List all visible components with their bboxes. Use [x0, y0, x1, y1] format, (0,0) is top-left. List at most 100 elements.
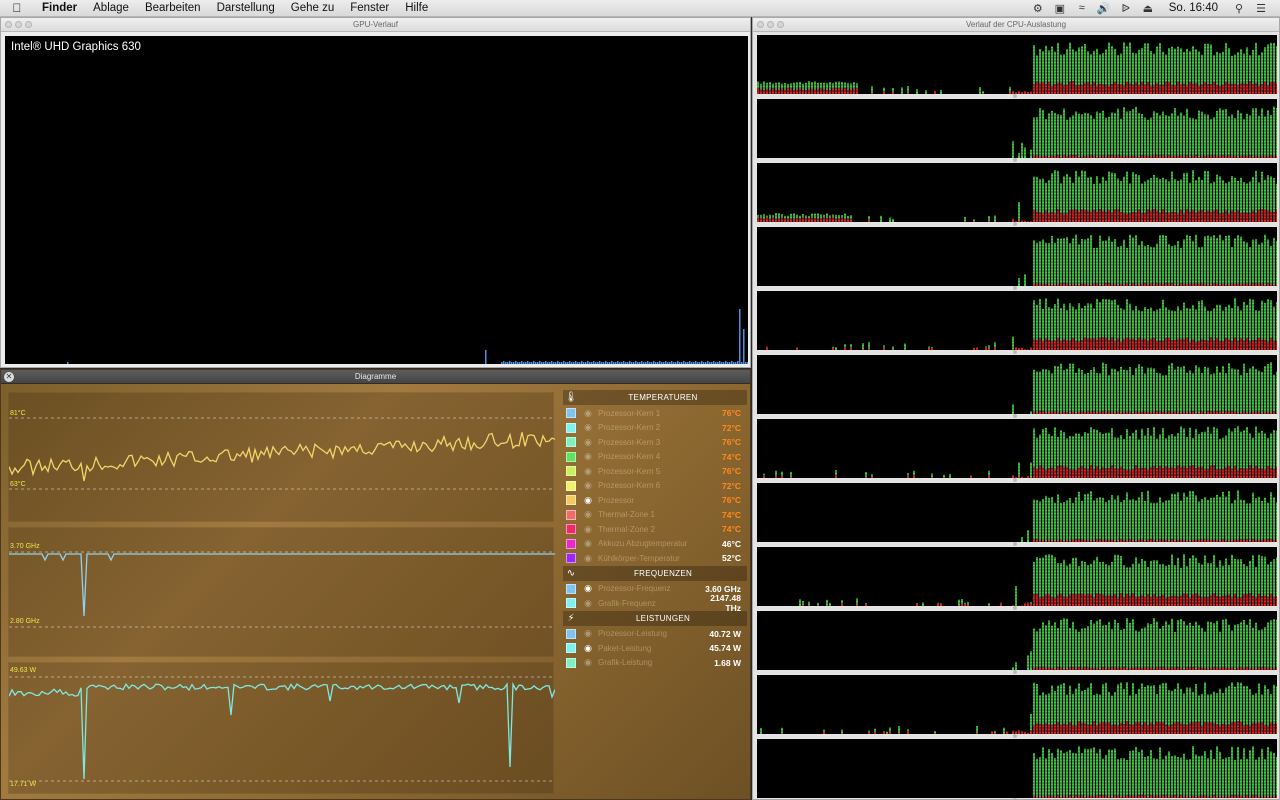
apple-menu-icon[interactable]: : [0, 1, 34, 15]
sensor-label: Prozessor-Kern 2: [598, 423, 661, 433]
panel-resize-handle[interactable]: [1013, 286, 1017, 290]
sensor-value: 74°C: [722, 451, 741, 462]
menu-hilfe[interactable]: Hilfe: [397, 2, 436, 14]
panel-resize-handle[interactable]: [1013, 94, 1017, 98]
bluetooth-icon[interactable]: ᐉ: [1115, 0, 1137, 17]
visibility-eye-icon[interactable]: ◉: [581, 495, 595, 506]
sensor-row[interactable]: ◉ Prozessor-Kern 6 72°C: [563, 479, 747, 494]
visibility-eye-icon[interactable]: ◉: [581, 422, 595, 433]
sensor-row[interactable]: ◉ Grafik-Frequenz 2147.48 THz: [563, 593, 747, 613]
eject-icon[interactable]: ⏏: [1137, 0, 1159, 17]
color-swatch[interactable]: [566, 437, 576, 448]
spotlight-search-icon[interactable]: ⚲: [1228, 0, 1250, 17]
color-swatch[interactable]: [566, 538, 576, 549]
color-swatch[interactable]: [566, 598, 576, 609]
panel-resize-handle[interactable]: [1013, 606, 1017, 610]
color-swatch[interactable]: [566, 422, 576, 433]
sensor-row[interactable]: ◉ Prozessor-Kern 5 76°C: [563, 464, 747, 479]
zoom-button[interactable]: [777, 21, 784, 28]
menu-fenster[interactable]: Fenster: [342, 2, 397, 14]
cpu-core-usage-bars: [757, 100, 1278, 158]
close-icon[interactable]: ✕: [4, 372, 14, 382]
cpu-core-usage-bars: [757, 356, 1278, 414]
color-swatch[interactable]: [566, 657, 576, 668]
panel-resize-handle[interactable]: [1013, 478, 1017, 482]
panel-resize-handle[interactable]: [1013, 670, 1017, 674]
visibility-eye-icon[interactable]: ◉: [581, 524, 595, 535]
cpu-core-panel: [757, 35, 1278, 98]
minimize-button[interactable]: [15, 21, 22, 28]
color-swatch[interactable]: [566, 509, 576, 520]
visibility-eye-icon[interactable]: ◉: [581, 480, 595, 491]
visibility-eye-icon[interactable]: ◉: [581, 408, 595, 419]
color-swatch[interactable]: [566, 524, 576, 535]
volume-icon[interactable]: 🔊: [1093, 0, 1115, 17]
panel-resize-handle[interactable]: [1013, 414, 1017, 418]
visibility-eye-icon[interactable]: ◉: [581, 466, 595, 477]
color-swatch[interactable]: [566, 553, 576, 564]
sensor-row[interactable]: ◉ Prozessor-Kern 3 76°C: [563, 435, 747, 450]
minimize-button[interactable]: [767, 21, 774, 28]
zoom-button[interactable]: [25, 21, 32, 28]
sensor-row[interactable]: ◉ Prozessor-Kern 4 74°C: [563, 450, 747, 465]
sensor-row[interactable]: ◉ Grafik-Leistung 1.68 W: [563, 656, 747, 671]
panel-resize-handle[interactable]: [1013, 542, 1017, 546]
color-swatch[interactable]: [566, 495, 576, 506]
visibility-eye-icon[interactable]: ◉: [581, 583, 595, 594]
visibility-eye-icon[interactable]: ◉: [581, 509, 595, 520]
panel-resize-handle[interactable]: [1013, 158, 1017, 162]
visibility-eye-icon[interactable]: ◉: [581, 598, 595, 609]
color-swatch[interactable]: [566, 466, 576, 477]
visibility-eye-icon[interactable]: ◉: [581, 657, 595, 668]
panel-resize-handle[interactable]: [1013, 350, 1017, 354]
visibility-eye-icon[interactable]: ◉: [581, 538, 595, 549]
menu-bearbeiten[interactable]: Bearbeiten: [137, 2, 209, 14]
notification-center-icon[interactable]: ☰: [1250, 0, 1272, 17]
wifi-icon[interactable]: ≈: [1071, 0, 1093, 17]
sensor-row[interactable]: ◉ Prozessor-Leistung 40.72 W: [563, 627, 747, 642]
cpu-core-panels: [757, 35, 1278, 799]
visibility-eye-icon[interactable]: ◉: [581, 437, 595, 448]
sensor-row[interactable]: ◉ Thermal-Zone 1 74°C: [563, 508, 747, 523]
visibility-eye-icon[interactable]: ◉: [581, 628, 595, 639]
menu-ablage[interactable]: Ablage: [85, 2, 137, 14]
color-swatch[interactable]: [566, 408, 576, 419]
menu-finder[interactable]: Finder: [34, 2, 85, 14]
menu-darstellung[interactable]: Darstellung: [209, 2, 283, 14]
monitor-status-icon[interactable]: ⚙: [1027, 0, 1049, 17]
close-button[interactable]: [757, 21, 764, 28]
sensor-row[interactable]: ◉ Prozessor-Kern 1 76°C: [563, 406, 747, 421]
sensor-row[interactable]: ◉ Akkuzu Abzugtemperatur 46°C: [563, 537, 747, 552]
panel-resize-handle[interactable]: [1013, 222, 1017, 226]
sensor-label: Grafik-Leistung: [598, 658, 653, 668]
color-swatch[interactable]: [566, 583, 576, 594]
sensor-row[interactable]: ◉ Prozessor-Kern 2 72°C: [563, 421, 747, 436]
sensor-row[interactable]: ◉ Prozessor 76°C: [563, 493, 747, 508]
panel-resize-handle[interactable]: [1013, 734, 1017, 738]
menu-gehe-zu[interactable]: Gehe zu: [283, 2, 342, 14]
close-button[interactable]: [5, 21, 12, 28]
color-swatch[interactable]: [566, 480, 576, 491]
display-status-icon[interactable]: ▣: [1049, 0, 1071, 17]
color-swatch[interactable]: [566, 628, 576, 639]
frequency-icon: ∿: [566, 567, 576, 579]
section-title: LEISTUNGEN: [635, 613, 691, 623]
cpu-window-titlebar[interactable]: Verlauf der CPU-Auslastung: [753, 18, 1279, 32]
cpu-core-usage-bars: [757, 420, 1278, 478]
visibility-eye-icon[interactable]: ◉: [581, 643, 595, 654]
cpu-core-panel: [757, 675, 1278, 738]
visibility-eye-icon[interactable]: ◉: [581, 553, 595, 564]
sensor-row[interactable]: ◉ Paket-Leistung 45.74 W: [563, 641, 747, 656]
diagrams-window-titlebar[interactable]: ✕ Diagramme: [1, 370, 750, 384]
color-swatch[interactable]: [566, 451, 576, 462]
sensor-row[interactable]: ◉ Kühlkörper-Temperatur 52°C: [563, 551, 747, 566]
menubar-clock[interactable]: So. 16:40: [1159, 2, 1228, 14]
sensor-row[interactable]: ◉ Thermal-Zone 2 74°C: [563, 522, 747, 537]
color-swatch[interactable]: [566, 643, 576, 654]
gpu-history-chart: Intel® UHD Graphics 630: [5, 36, 749, 364]
gpu-window-titlebar[interactable]: GPU-Verlauf: [1, 18, 750, 32]
visibility-eye-icon[interactable]: ◉: [581, 451, 595, 462]
section-title: FREQUENZEN: [633, 568, 693, 578]
section-header-temperaturen: 🌡 TEMPERATUREN: [563, 390, 747, 405]
sensor-label: Paket-Leistung: [598, 643, 652, 653]
